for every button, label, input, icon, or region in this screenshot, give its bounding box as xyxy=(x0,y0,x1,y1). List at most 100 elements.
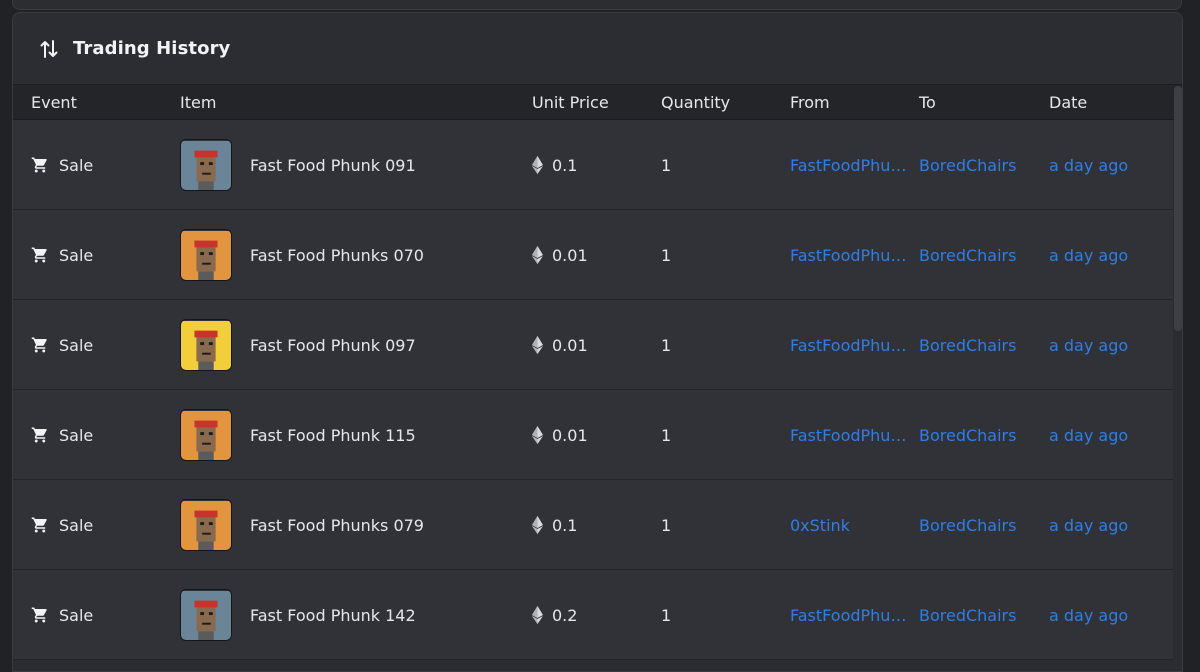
quantity-value: 1 xyxy=(661,515,672,535)
date-cell[interactable]: a day ago xyxy=(1049,300,1128,390)
unit-price-cell: 0.01 xyxy=(532,300,588,390)
from-cell[interactable]: FastFoodPhunks xyxy=(790,300,907,390)
cart-icon xyxy=(31,156,49,174)
to-cell[interactable]: BoredChairs xyxy=(919,210,1016,300)
quantity-cell: 1 xyxy=(661,390,671,480)
date-link[interactable]: a day ago xyxy=(1049,246,1128,265)
column-header-item: Item xyxy=(180,92,217,112)
event-label: Sale xyxy=(59,515,94,535)
quantity-value: 1 xyxy=(661,605,672,625)
from-cell[interactable]: FastFoodPhunks xyxy=(790,210,907,300)
item-thumbnail[interactable] xyxy=(180,319,232,371)
date-link[interactable]: a day ago xyxy=(1049,336,1128,355)
item-name[interactable]: Fast Food Phunk 142 xyxy=(250,606,416,625)
unit-price-value: 0.1 xyxy=(552,515,578,535)
to-link[interactable]: BoredChairs xyxy=(919,426,1016,445)
unit-price-value: 0.01 xyxy=(552,245,588,265)
to-cell[interactable]: BoredChairs xyxy=(919,480,1016,570)
quantity-cell: 1 xyxy=(661,120,671,210)
date-cell[interactable]: a day ago xyxy=(1049,480,1128,570)
item-thumbnail[interactable] xyxy=(180,499,232,551)
item-thumbnail[interactable] xyxy=(180,409,232,461)
date-cell[interactable]: a day ago xyxy=(1049,210,1128,300)
scrollbar-thumb[interactable] xyxy=(1174,86,1182,331)
quantity-cell: 1 xyxy=(661,300,671,390)
unit-price-cell: 0.2 xyxy=(532,570,577,660)
column-header-date: Date xyxy=(1049,92,1088,112)
date-cell[interactable]: a day ago xyxy=(1049,570,1128,660)
event-label: Sale xyxy=(59,425,94,445)
column-header-to: To xyxy=(919,92,936,112)
ethereum-icon xyxy=(532,516,543,534)
item-cell[interactable]: Fast Food Phunks 079 xyxy=(180,480,424,570)
panel-header[interactable]: Trading History xyxy=(13,13,1182,85)
to-cell[interactable]: BoredChairs xyxy=(919,390,1016,480)
to-cell[interactable]: BoredChairs xyxy=(919,570,1016,660)
from-cell[interactable]: FastFoodPhunks xyxy=(790,570,907,660)
item-name[interactable]: Fast Food Phunk 091 xyxy=(250,156,416,175)
item-cell[interactable]: Fast Food Phunk 142 xyxy=(180,570,416,660)
item-thumbnail[interactable] xyxy=(180,139,232,191)
quantity-cell: 1 xyxy=(661,480,671,570)
event-cell: Sale xyxy=(31,210,93,300)
item-thumbnail[interactable] xyxy=(180,589,232,641)
date-link[interactable]: a day ago xyxy=(1049,156,1128,175)
column-header-quantity: Quantity xyxy=(661,92,731,112)
from-link[interactable]: FastFoodPhunks xyxy=(790,336,907,355)
event-cell: Sale xyxy=(31,570,93,660)
date-link[interactable]: a day ago xyxy=(1049,516,1128,535)
to-cell[interactable]: BoredChairs xyxy=(919,120,1016,210)
unit-price-value: 0.1 xyxy=(552,155,578,175)
cart-icon xyxy=(31,426,49,444)
column-header-unit-price: Unit Price xyxy=(532,92,609,112)
item-name[interactable]: Fast Food Phunks 079 xyxy=(250,516,424,535)
table-row: Sale Fast Food Phunk 142 0.2 1 FastFoodP… xyxy=(13,570,1173,660)
ethereum-icon xyxy=(532,336,543,354)
swap-vertical-icon xyxy=(39,38,59,60)
date-cell[interactable]: a day ago xyxy=(1049,390,1128,480)
to-link[interactable]: BoredChairs xyxy=(919,606,1016,625)
event-label: Sale xyxy=(59,155,94,175)
item-name[interactable]: Fast Food Phunk 097 xyxy=(250,336,416,355)
from-link[interactable]: FastFoodPhunks xyxy=(790,606,907,625)
from-cell[interactable]: FastFoodPhunks xyxy=(790,120,907,210)
from-cell[interactable]: FastFoodPhunks xyxy=(790,390,907,480)
panel-title: Trading History xyxy=(73,38,231,59)
event-cell: Sale xyxy=(31,120,93,210)
unit-price-cell: 0.1 xyxy=(532,480,577,570)
cart-icon xyxy=(31,516,49,534)
cart-icon xyxy=(31,336,49,354)
date-link[interactable]: a day ago xyxy=(1049,606,1128,625)
item-cell[interactable]: Fast Food Phunks 070 xyxy=(180,210,424,300)
trading-history-panel: Trading History Event Item Unit Price Qu… xyxy=(12,12,1183,672)
from-link[interactable]: FastFoodPhunks xyxy=(790,246,907,265)
to-link[interactable]: BoredChairs xyxy=(919,156,1016,175)
item-thumbnail[interactable] xyxy=(180,229,232,281)
ethereum-icon xyxy=(532,246,543,264)
trading-history-rows: Sale Fast Food Phunk 091 0.1 1 FastFoodP… xyxy=(13,120,1173,660)
to-link[interactable]: BoredChairs xyxy=(919,336,1016,355)
to-link[interactable]: BoredChairs xyxy=(919,246,1016,265)
item-cell[interactable]: Fast Food Phunk 115 xyxy=(180,390,416,480)
quantity-value: 1 xyxy=(661,245,672,265)
item-name[interactable]: Fast Food Phunk 115 xyxy=(250,426,416,445)
to-cell[interactable]: BoredChairs xyxy=(919,300,1016,390)
quantity-value: 1 xyxy=(661,155,672,175)
cart-icon xyxy=(31,246,49,264)
date-cell[interactable]: a day ago xyxy=(1049,120,1128,210)
item-cell[interactable]: Fast Food Phunk 097 xyxy=(180,300,416,390)
from-link[interactable]: FastFoodPhunks xyxy=(790,426,907,445)
item-cell[interactable]: Fast Food Phunk 091 xyxy=(180,120,416,210)
table-row: Sale Fast Food Phunks 079 0.1 1 0xStink … xyxy=(13,480,1173,570)
item-name[interactable]: Fast Food Phunks 070 xyxy=(250,246,424,265)
table-row: Sale Fast Food Phunk 091 0.1 1 FastFoodP… xyxy=(13,120,1173,210)
event-label: Sale xyxy=(59,245,94,265)
from-cell[interactable]: 0xStink xyxy=(790,480,850,570)
from-link[interactable]: 0xStink xyxy=(790,516,850,535)
event-label: Sale xyxy=(59,605,94,625)
event-cell: Sale xyxy=(31,480,93,570)
unit-price-cell: 0.01 xyxy=(532,390,588,480)
from-link[interactable]: FastFoodPhunks xyxy=(790,156,907,175)
date-link[interactable]: a day ago xyxy=(1049,426,1128,445)
to-link[interactable]: BoredChairs xyxy=(919,516,1016,535)
